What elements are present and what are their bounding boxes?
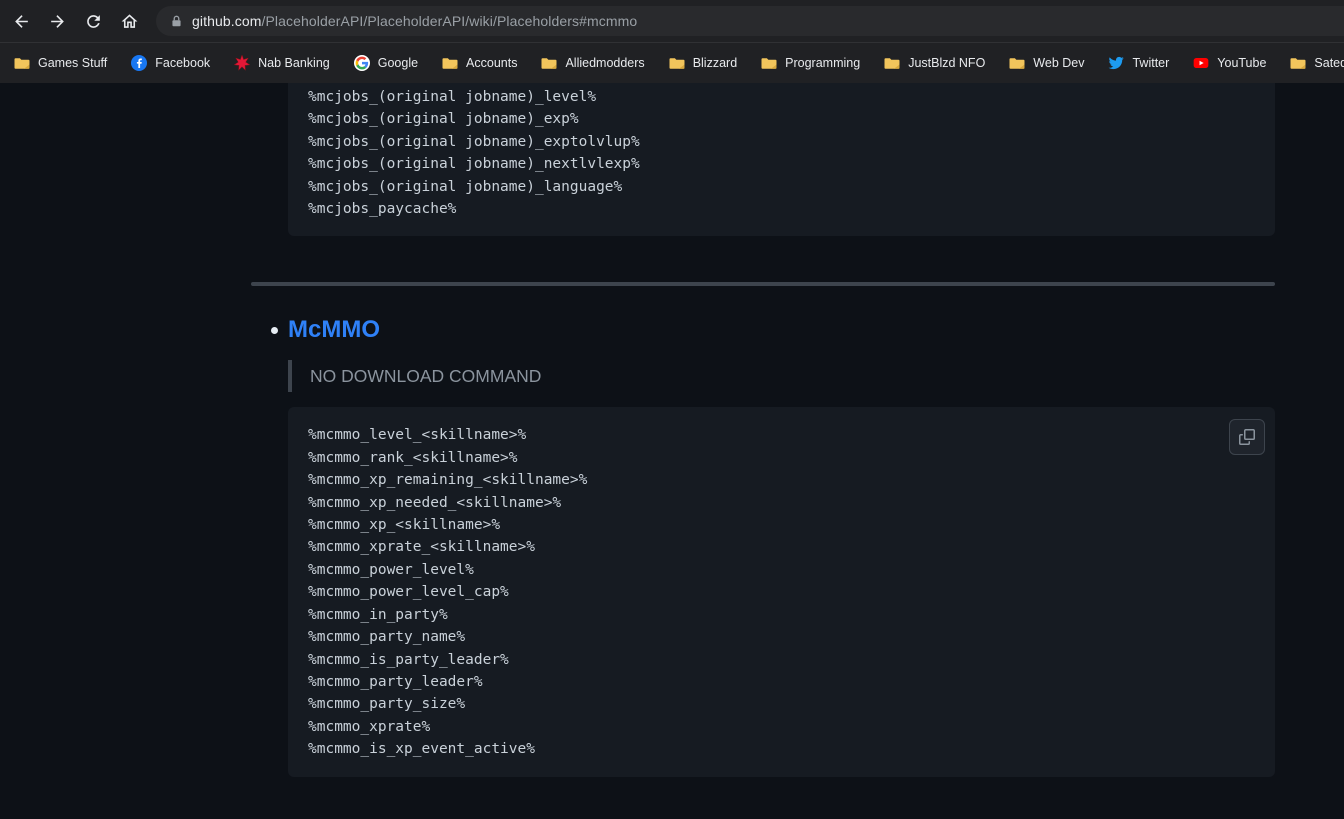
bookmark-label: Alliedmodders: [565, 56, 644, 70]
bookmark-justblzd-nfo[interactable]: JustBlzd NFO: [884, 55, 985, 71]
home-icon: [120, 12, 139, 31]
folder-icon: [442, 55, 458, 71]
bookmark-twitter[interactable]: Twitter: [1108, 55, 1169, 71]
bookmark-label: Blizzard: [693, 56, 737, 70]
code-block-mcmmo: %mcmmo_level_<skillname>% %mcmmo_rank_<s…: [288, 407, 1275, 776]
bookmark-youtube[interactable]: YouTube: [1193, 55, 1266, 71]
bookmark-label: YouTube: [1217, 56, 1266, 70]
mcmmo-link[interactable]: McMMO: [288, 316, 380, 344]
bookmark-label: Web Dev: [1033, 56, 1084, 70]
bookmark-games-stuff[interactable]: Games Stuff: [14, 55, 107, 71]
folder-icon: [541, 55, 557, 71]
bookmark-facebook[interactable]: Facebook: [131, 55, 210, 71]
bookmark-blizzard[interactable]: Blizzard: [669, 55, 737, 71]
home-button[interactable]: [112, 4, 146, 38]
bookmark-label: Games Stuff: [38, 56, 107, 70]
bookmark-programming[interactable]: Programming: [761, 55, 860, 71]
bookmark-sateda-serv[interactable]: Sateda Serv: [1290, 55, 1344, 71]
back-icon: [12, 12, 31, 31]
bookmark-accounts[interactable]: Accounts: [442, 55, 517, 71]
url-path: /PlaceholderAPI/PlaceholderAPI/wiki/Plac…: [261, 13, 637, 29]
folder-icon: [14, 55, 30, 71]
address-bar[interactable]: github.com/PlaceholderAPI/PlaceholderAPI…: [156, 6, 1344, 36]
bookmark-label: Google: [378, 56, 418, 70]
reload-icon: [84, 12, 103, 31]
url-text: github.com/PlaceholderAPI/PlaceholderAPI…: [192, 13, 637, 29]
mcmmo-code-wrap: %mcmmo_level_<skillname>% %mcmmo_rank_<s…: [288, 407, 1275, 776]
lock-icon[interactable]: [170, 14, 183, 28]
facebook-icon: [131, 55, 147, 71]
reload-button[interactable]: [76, 4, 110, 38]
twitter-icon: [1108, 55, 1124, 71]
bookmark-google[interactable]: Google: [354, 55, 418, 71]
mcmmo-list-item: McMMO NO DOWNLOAD COMMAND %mcmmo_level_<…: [251, 316, 1275, 776]
nab-star-icon: [234, 55, 250, 71]
no-download-note: NO DOWNLOAD COMMAND: [288, 360, 1275, 392]
bookmark-alliedmodders[interactable]: Alliedmodders: [541, 55, 644, 71]
wiki-article: %mcjobs_(original jobname)_level% %mcjob…: [251, 83, 1275, 777]
browser-toolbar: github.com/PlaceholderAPI/PlaceholderAPI…: [0, 0, 1344, 42]
bookmark-web-dev[interactable]: Web Dev: [1009, 55, 1084, 71]
bookmark-label: Sateda Serv: [1314, 56, 1344, 70]
bookmarks-bar: Games Stuff Facebook Nab Banking Google …: [0, 42, 1344, 83]
back-button[interactable]: [4, 4, 38, 38]
folder-icon: [761, 55, 777, 71]
folder-icon: [1290, 55, 1306, 71]
bookmark-label: Twitter: [1132, 56, 1169, 70]
bookmark-nab-banking[interactable]: Nab Banking: [234, 55, 330, 71]
bookmark-label: JustBlzd NFO: [908, 56, 985, 70]
folder-icon: [884, 55, 900, 71]
bookmark-label: Accounts: [466, 56, 517, 70]
section-divider: [251, 282, 1275, 286]
google-icon: [354, 55, 370, 71]
code-block-mcjobs: %mcjobs_(original jobname)_level% %mcjob…: [288, 83, 1275, 236]
bookmark-label: Facebook: [155, 56, 210, 70]
url-host: github.com: [192, 13, 261, 29]
youtube-icon: [1193, 55, 1209, 71]
folder-icon: [669, 55, 685, 71]
folder-icon: [1009, 55, 1025, 71]
forward-button[interactable]: [40, 4, 74, 38]
page-content: %mcjobs_(original jobname)_level% %mcjob…: [0, 83, 1344, 819]
list-bullet: [271, 327, 278, 334]
bookmark-label: Nab Banking: [258, 56, 330, 70]
copy-button[interactable]: [1229, 419, 1265, 455]
copy-icon: [1239, 429, 1255, 445]
bookmark-label: Programming: [785, 56, 860, 70]
forward-icon: [48, 12, 67, 31]
